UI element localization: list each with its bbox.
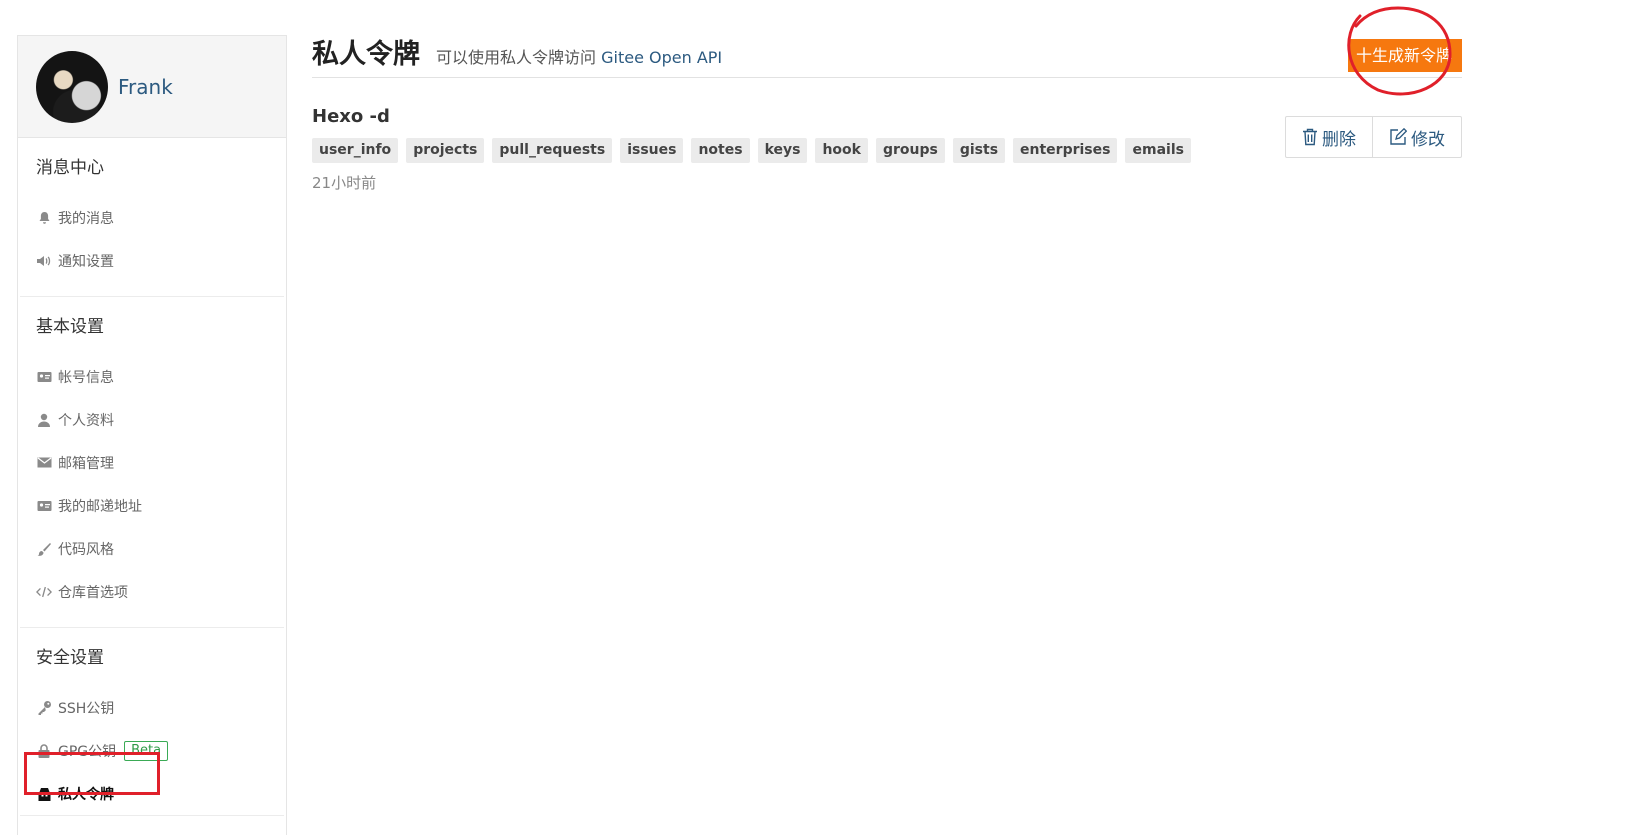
beta-badge: Beta bbox=[124, 740, 169, 761]
sidebar-section-security: 安全设置 SSH公钥 GPG公钥 Beta 私人令牌 bbox=[20, 628, 284, 816]
key-icon bbox=[36, 700, 52, 716]
edit-token-button[interactable]: 修改 bbox=[1372, 117, 1461, 157]
token-actions: 删除 修改 bbox=[1285, 116, 1462, 158]
trash-icon bbox=[1302, 128, 1318, 146]
id-card-icon bbox=[36, 369, 52, 385]
delete-token-button[interactable]: 删除 bbox=[1286, 117, 1372, 157]
sidebar-item-email-management[interactable]: 邮箱管理 bbox=[20, 441, 284, 484]
sidebar-item-label: 通知设置 bbox=[58, 253, 114, 270]
section-title: 消息中心 bbox=[36, 158, 104, 178]
sidebar-item-ssh-keys[interactable]: SSH公钥 bbox=[20, 686, 284, 729]
avatar[interactable] bbox=[36, 50, 108, 123]
code-icon bbox=[36, 584, 52, 600]
token-icon bbox=[36, 786, 52, 802]
sidebar-item-account-info[interactable]: 帐号信息 bbox=[20, 355, 284, 398]
generate-token-button[interactable]: 十生成新令牌 bbox=[1348, 39, 1462, 72]
scope-tag: projects bbox=[406, 138, 485, 163]
sidebar-item-label: 我的邮递地址 bbox=[58, 498, 142, 515]
sidebar-item-profile[interactable]: 个人资料 bbox=[20, 398, 284, 441]
scope-tag: hook bbox=[815, 138, 868, 163]
user-profile: Frank bbox=[18, 36, 286, 138]
scope-tag: keys bbox=[757, 138, 808, 163]
subtitle-text: 可以使用私人令牌访问 bbox=[436, 48, 597, 67]
delete-label: 删除 bbox=[1322, 129, 1356, 150]
section-title: 安全设置 bbox=[36, 648, 104, 668]
section-title: 基本设置 bbox=[36, 317, 104, 337]
sidebar-item-label: 邮箱管理 bbox=[58, 455, 114, 472]
sidebar-section-basic: 基本设置 帐号信息 个人资料 邮箱管理 我的邮递地址 代码风格 仓库首选项 bbox=[20, 297, 284, 628]
page-title: 私人令牌 bbox=[312, 39, 420, 70]
token-item: Hexo -d user_info projects pull_requests… bbox=[312, 106, 1462, 193]
token-created-time: 21小时前 bbox=[312, 174, 377, 192]
sidebar-item-repo-preferences[interactable]: 仓库首选项 bbox=[20, 570, 284, 613]
sidebar-section-messages: 消息中心 我的消息 通知设置 bbox=[20, 138, 284, 297]
page-subtitle: 可以使用私人令牌访问 Gitee Open API bbox=[436, 44, 722, 68]
sidebar-item-label: 私人令牌 bbox=[58, 786, 114, 803]
scope-tag: pull_requests bbox=[492, 138, 613, 163]
sidebar-item-notification-settings[interactable]: 通知设置 bbox=[20, 239, 284, 282]
scope-tag: gists bbox=[952, 138, 1006, 163]
bell-icon bbox=[36, 210, 52, 226]
sidebar-item-mailing-address[interactable]: 我的邮递地址 bbox=[20, 484, 284, 527]
scope-tag: enterprises bbox=[1013, 138, 1118, 163]
sidebar-item-my-messages[interactable]: 我的消息 bbox=[20, 196, 284, 239]
main-content: 私人令牌 可以使用私人令牌访问 Gitee Open API 十生成新令牌 He… bbox=[312, 30, 1462, 193]
scope-tag: groups bbox=[875, 138, 945, 163]
sidebar-item-label: GPG公钥 bbox=[58, 743, 117, 760]
sidebar-item-label: 仓库首选项 bbox=[58, 584, 128, 601]
settings-sidebar: Frank 消息中心 我的消息 通知设置 基本设置 帐号信息 个人资料 邮箱管理… bbox=[17, 35, 287, 835]
scope-tag: notes bbox=[691, 138, 750, 163]
envelope-icon bbox=[36, 455, 52, 471]
sidebar-item-label: 我的消息 bbox=[58, 210, 114, 227]
sidebar-item-label: 代码风格 bbox=[58, 541, 114, 558]
scope-tag: emails bbox=[1125, 138, 1191, 163]
sidebar-item-label: 个人资料 bbox=[58, 412, 114, 429]
sidebar-item-label: 帐号信息 bbox=[58, 369, 114, 386]
scope-tag: user_info bbox=[312, 138, 399, 163]
sidebar-item-private-tokens[interactable]: 私人令牌 bbox=[20, 772, 284, 815]
edit-label: 修改 bbox=[1411, 129, 1445, 150]
user-name[interactable]: Frank bbox=[118, 75, 173, 99]
brush-icon bbox=[36, 541, 52, 557]
address-card-icon bbox=[36, 498, 52, 514]
gitee-open-api-link[interactable]: Gitee Open API bbox=[601, 48, 722, 67]
scope-tag: issues bbox=[620, 138, 684, 163]
sidebar-item-code-style[interactable]: 代码风格 bbox=[20, 527, 284, 570]
sidebar-item-label: SSH公钥 bbox=[58, 700, 115, 717]
lock-icon bbox=[36, 743, 52, 759]
edit-icon bbox=[1389, 128, 1407, 146]
speaker-icon bbox=[36, 253, 52, 269]
sidebar-item-gpg-keys[interactable]: GPG公钥 Beta bbox=[20, 729, 284, 772]
page-header: 私人令牌 可以使用私人令牌访问 Gitee Open API 十生成新令牌 bbox=[312, 30, 1462, 78]
user-icon bbox=[36, 412, 52, 428]
